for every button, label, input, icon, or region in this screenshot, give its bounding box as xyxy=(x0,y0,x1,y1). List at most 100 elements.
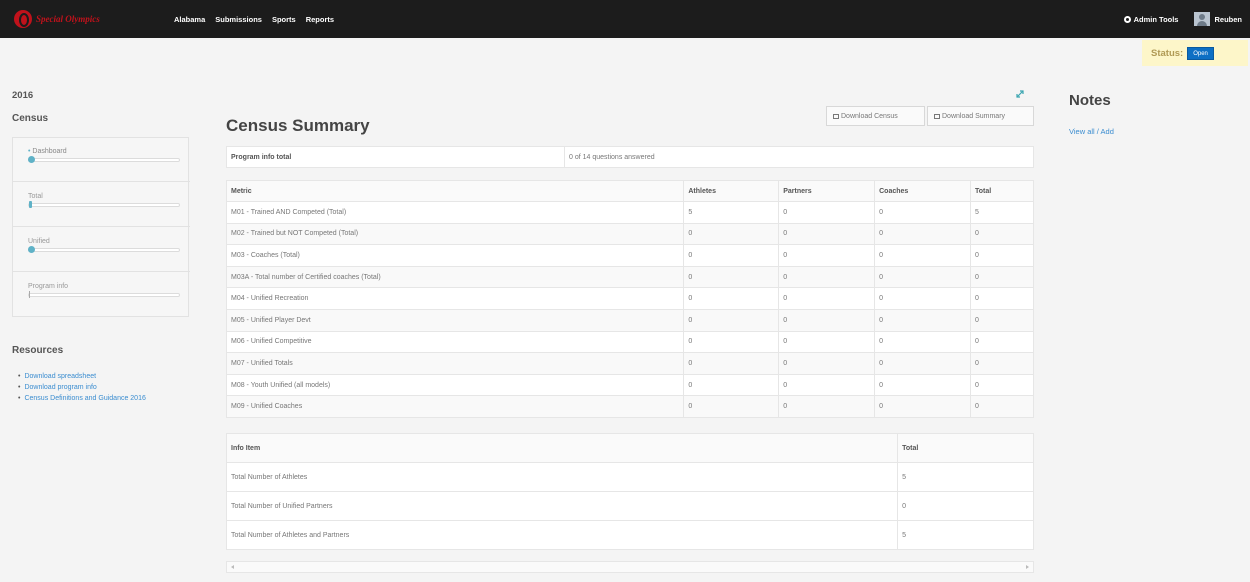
metric-value-cell: 5 xyxy=(683,201,780,224)
printer-icon xyxy=(934,113,940,119)
metric-value-cell: 0 xyxy=(970,308,1034,332)
progress-item-program-info[interactable]: Program info xyxy=(13,273,190,317)
download-summary-label: Download Summary xyxy=(942,112,1006,120)
metrics-table: Metric Athletes Partners Coaches Total M… xyxy=(225,180,1034,418)
user-menu[interactable]: Reuben xyxy=(1194,12,1242,26)
brand-logo-link[interactable]: Special Olympics xyxy=(14,10,174,28)
scroll-left-icon[interactable] xyxy=(231,565,234,569)
metric-value-cell: 0 xyxy=(778,287,876,310)
metric-value-cell: 0 xyxy=(970,352,1034,375)
metric-value-cell: 0 xyxy=(970,330,1034,354)
metric-value-cell: 0 xyxy=(683,373,780,397)
metric-value-cell: 0 xyxy=(683,244,780,267)
metric-value-cell: 0 xyxy=(970,373,1034,397)
download-summary-button[interactable]: Download Summary xyxy=(927,106,1034,126)
info-items-table: Info Item Total Total Number of Athletes… xyxy=(225,433,1034,550)
table-row: M03 - Coaches (Total) 0 0 0 0 xyxy=(225,244,1034,267)
metric-value-cell: 0 xyxy=(874,287,972,310)
metric-value-cell: 0 xyxy=(874,395,972,418)
metric-value-cell: 0 xyxy=(874,265,972,289)
metric-value-cell: 0 xyxy=(683,330,780,354)
column-header-info-total: Total xyxy=(897,433,1034,463)
nav-link-reports[interactable]: Reports xyxy=(306,15,334,24)
census-progress-panel: • Dashboard Total Unified Program info xyxy=(12,137,190,317)
resource-link-program-info[interactable]: Download program info xyxy=(18,382,146,393)
resource-link-definitions[interactable]: Census Definitions and Guidance 2016 xyxy=(18,393,145,404)
info-total-cell: 5 xyxy=(897,462,1034,492)
progress-fill xyxy=(28,156,35,163)
metric-name-cell: M03A - Total number of Certified coaches… xyxy=(225,265,685,289)
column-header-coaches: Coaches xyxy=(874,180,972,202)
progress-bar xyxy=(28,246,180,253)
metric-value-cell: 0 xyxy=(874,222,972,246)
metric-value-cell: 0 xyxy=(778,308,876,332)
metric-value-cell: 0 xyxy=(683,395,780,418)
status-box: Status: Open xyxy=(1142,40,1248,66)
program-info-value: 0 of 14 questions answered xyxy=(564,146,1034,168)
metric-value-cell: 0 xyxy=(874,201,972,224)
progress-label: • Dashboard xyxy=(28,148,67,155)
metric-name-cell: M05 - Unified Player Devt xyxy=(225,308,685,332)
scroll-right-icon[interactable] xyxy=(1026,565,1029,569)
nav-right: Admin Tools Reuben xyxy=(1123,12,1242,26)
table-row: Total Number of Athletes 5 xyxy=(225,462,1034,492)
metric-value-cell: 0 xyxy=(970,265,1034,289)
download-census-label: Download Census xyxy=(841,112,898,120)
table-row: M09 - Unified Coaches 0 0 0 0 xyxy=(225,395,1034,418)
metric-value-cell: 0 xyxy=(874,308,972,332)
metric-value-cell: 0 xyxy=(970,395,1034,418)
special-olympics-logo-icon xyxy=(14,10,32,28)
nav-link-alabama[interactable]: Alabama xyxy=(174,15,205,24)
expand-icon[interactable] xyxy=(1015,89,1025,99)
progress-label: Total xyxy=(28,193,43,200)
progress-item-unified[interactable]: Unified xyxy=(13,228,190,272)
admin-tools-link[interactable]: Admin Tools xyxy=(1123,14,1179,24)
resource-link-spreadsheet[interactable]: Download spreadsheet xyxy=(18,371,146,382)
progress-label: Program info xyxy=(28,283,69,290)
resources-heading: Resources xyxy=(12,345,64,356)
metric-value-cell: 0 xyxy=(874,352,972,375)
metric-value-cell: 0 xyxy=(778,201,876,224)
nav-link-sports[interactable]: Sports xyxy=(272,15,296,24)
progress-bar xyxy=(28,156,180,163)
column-header-info-item: Info Item xyxy=(225,433,899,463)
admin-tools-label: Admin Tools xyxy=(1133,14,1179,24)
progress-bar xyxy=(28,201,180,208)
horizontal-scrollbar[interactable] xyxy=(226,561,1034,573)
metric-value-cell: 0 xyxy=(683,352,780,375)
table-row: M01 - Trained AND Competed (Total) 5 0 0 5 xyxy=(225,201,1034,224)
metric-value-cell: 0 xyxy=(970,287,1034,310)
census-heading: Census xyxy=(12,113,49,124)
notes-view-add-link[interactable]: View all / Add xyxy=(1069,127,1114,136)
metric-value-cell: 0 xyxy=(778,330,876,354)
metric-value-cell: 0 xyxy=(970,222,1034,246)
nav-link-submissions[interactable]: Submissions xyxy=(215,15,262,24)
info-item-cell: Total Number of Athletes xyxy=(225,462,899,492)
program-info-table: Program info total 0 of 14 questions ans… xyxy=(226,146,1034,168)
metric-value-cell: 0 xyxy=(683,222,780,246)
progress-item-dashboard[interactable]: • Dashboard xyxy=(13,138,190,182)
resources-list: Download spreadsheet Download program in… xyxy=(18,371,146,404)
metric-value-cell: 0 xyxy=(874,244,972,267)
program-info-label: Program info total xyxy=(226,146,565,168)
column-header-athletes: Athletes xyxy=(683,180,780,202)
metric-value-cell: 0 xyxy=(683,287,780,310)
metric-value-cell: 0 xyxy=(778,395,876,418)
table-row: Total Number of Unified Partners 0 xyxy=(225,491,1034,521)
table-row: Total Number of Athletes and Partners 5 xyxy=(225,520,1034,550)
download-census-button[interactable]: Download Census xyxy=(826,106,925,126)
user-name: Reuben xyxy=(1214,14,1242,24)
metric-name-cell: M07 - Unified Totals xyxy=(225,352,685,375)
table-row: M05 - Unified Player Devt 0 0 0 0 xyxy=(225,308,1034,332)
table-row: M04 - Unified Recreation 0 0 0 0 xyxy=(225,287,1034,310)
brand-text: Special Olympics xyxy=(36,14,100,24)
table-row: M08 - Youth Unified (all models) 0 0 0 0 xyxy=(225,373,1034,397)
status-open-button[interactable]: Open xyxy=(1187,46,1214,60)
progress-item-total[interactable]: Total xyxy=(13,183,190,227)
printer-icon xyxy=(833,113,839,119)
metric-value-cell: 5 xyxy=(970,201,1034,224)
notes-heading: Notes xyxy=(1069,92,1111,109)
metric-value-cell: 0 xyxy=(874,373,972,397)
table-header-row: Info Item Total xyxy=(225,433,1034,463)
info-item-cell: Total Number of Athletes and Partners xyxy=(225,520,899,550)
